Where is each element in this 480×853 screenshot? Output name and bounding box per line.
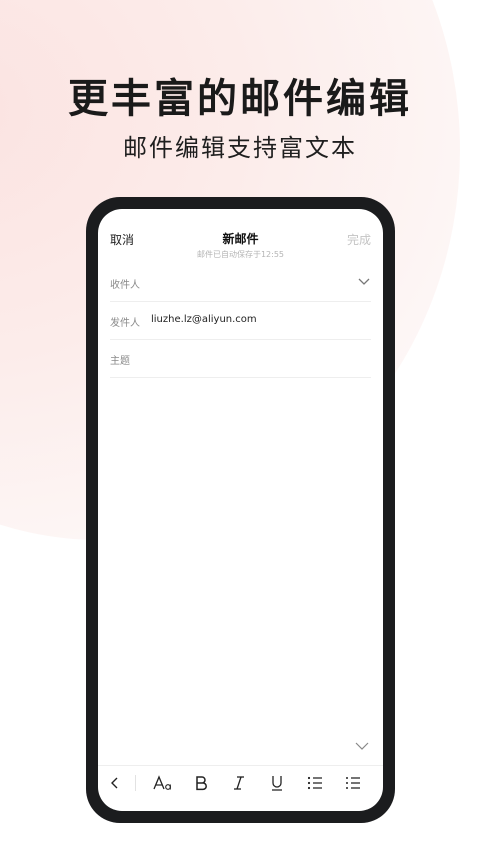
unordered-list-icon[interactable] — [342, 772, 364, 794]
subject-field[interactable]: 主题 — [110, 340, 371, 378]
autosave-status: 邮件已自动保存于12:55 — [196, 250, 285, 259]
bold-icon[interactable] — [190, 772, 212, 794]
italic-icon[interactable] — [228, 772, 250, 794]
from-label: 发件人 — [110, 318, 140, 329]
body-editor[interactable] — [110, 379, 371, 729]
promo-headline: 更丰富的邮件编辑 — [68, 76, 412, 122]
from-address[interactable]: liuzhe.lz@aliyun.com — [151, 314, 257, 325]
format-toolbar — [98, 765, 383, 800]
promo-subheadline: 邮件编辑支持富文本 — [123, 134, 357, 162]
from-field[interactable]: 发件人 liuzhe.lz@aliyun.com — [110, 302, 371, 340]
font-size-icon[interactable] — [152, 772, 174, 794]
to-field[interactable]: 收件人 — [110, 264, 371, 302]
done-button[interactable]: 完成 — [347, 231, 371, 248]
compose-screen: 取消 新邮件 邮件已自动保存于12:55 完成 收件人 发件人 liuzhe.l… — [98, 209, 383, 811]
collapse-keyboard-icon[interactable] — [355, 739, 369, 753]
ordered-list-icon[interactable] — [304, 772, 326, 794]
toolbar-divider — [135, 775, 136, 791]
back-icon[interactable] — [104, 772, 126, 794]
promo-page: 更丰富的邮件编辑 邮件编辑支持富文本 取消 新邮件 邮件已自动保存于12:55 … — [0, 0, 480, 853]
to-label: 收件人 — [110, 280, 140, 291]
compose-title: 新邮件 — [222, 232, 259, 246]
underline-icon[interactable] — [266, 772, 288, 794]
phone-frame: 取消 新邮件 邮件已自动保存于12:55 完成 收件人 发件人 liuzhe.l… — [86, 197, 395, 823]
chevron-down-icon[interactable] — [357, 274, 371, 288]
subject-placeholder: 主题 — [110, 356, 130, 367]
